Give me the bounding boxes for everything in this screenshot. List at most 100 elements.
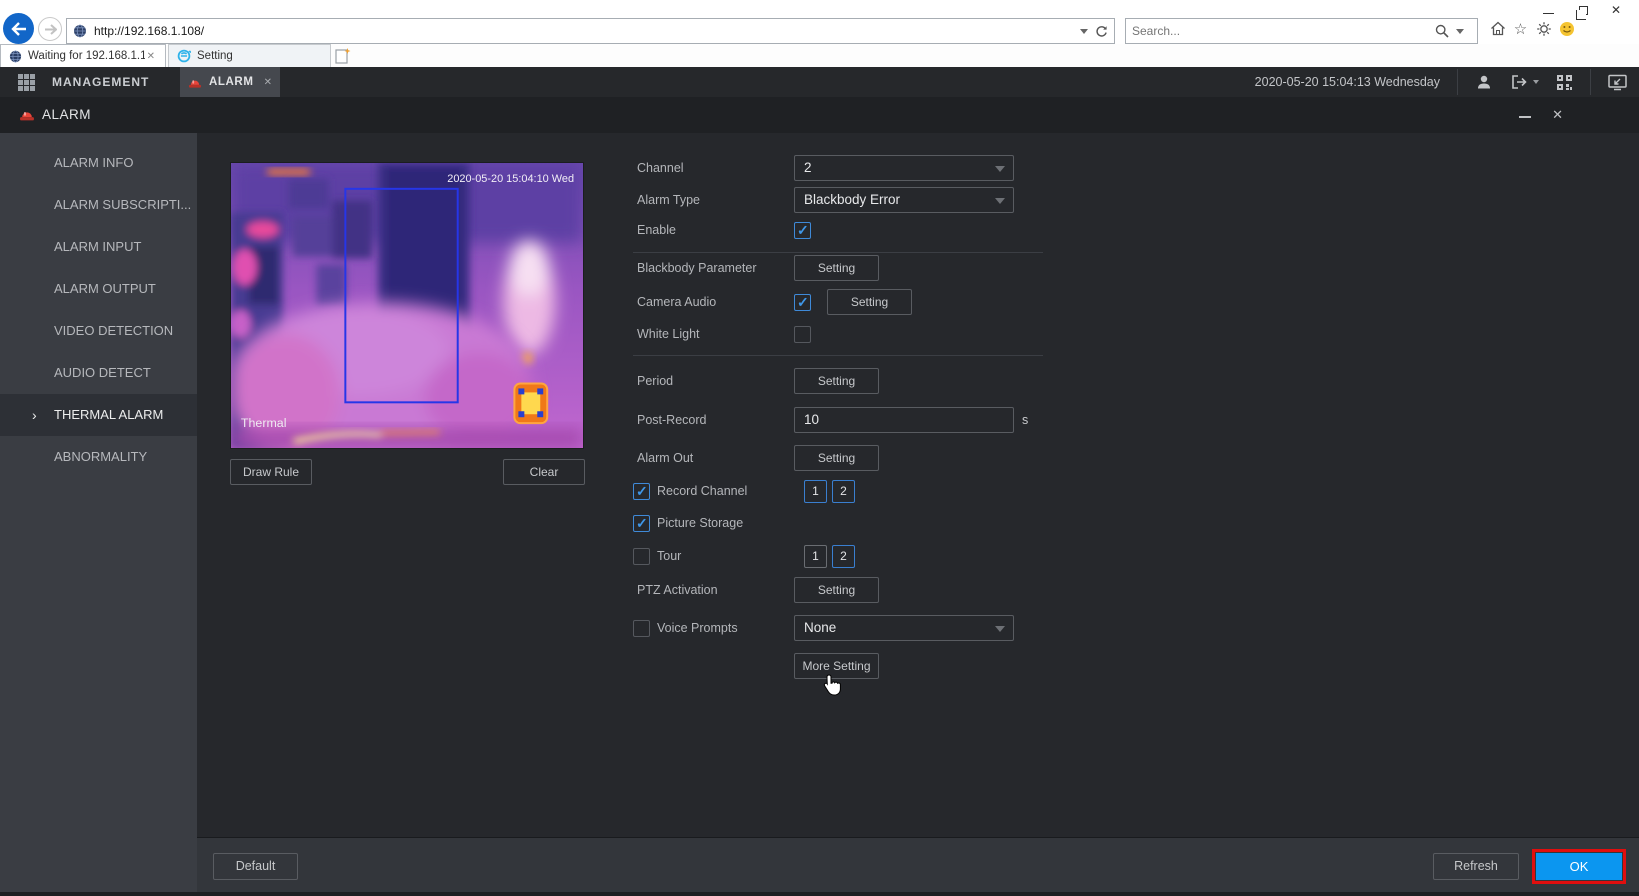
main-content: 2020-05-20 15:04:10 Wed Thermal Draw Rul… [197, 133, 1639, 896]
chevron-down-icon [995, 166, 1005, 172]
tour-1-button[interactable]: 1 [804, 545, 827, 568]
default-button[interactable]: Default [213, 853, 298, 880]
browser-restore-button[interactable] [1565, 0, 1599, 20]
ie-icon [177, 49, 191, 63]
qr-code-icon[interactable] [1556, 74, 1573, 91]
picture-storage-checkbox[interactable] [633, 515, 650, 532]
browser-minimize-button[interactable] [1531, 0, 1565, 20]
period-setting-button[interactable]: Setting [794, 368, 879, 394]
window-close-icon[interactable] [1552, 107, 1563, 123]
alarm-out-setting-button[interactable]: Setting [794, 445, 879, 471]
sidebar-item-alarm-subscription[interactable]: ALARM SUBSCRIPTI... [0, 184, 197, 226]
camera-audio-checkbox[interactable] [794, 294, 811, 311]
clear-button[interactable]: Clear [503, 459, 585, 485]
address-dropdown-caret[interactable] [1080, 29, 1088, 34]
stream-label: Thermal [241, 416, 287, 430]
tour-2-button[interactable]: 2 [832, 545, 855, 568]
window-minimize-icon[interactable] [1519, 116, 1531, 118]
alarm-app-tab[interactable]: ALARM [180, 67, 280, 97]
feedback-smiley-icon[interactable] [1558, 20, 1575, 37]
divider [1457, 69, 1458, 95]
record-channel-2-button[interactable]: 2 [832, 480, 855, 503]
thermal-image: 2020-05-20 15:04:10 Wed Thermal [231, 163, 583, 448]
thermal-alarm-form: Channel 2 Alarm Type Blackbody Error Ena… [633, 155, 1103, 679]
logout-icon[interactable] [1510, 74, 1539, 90]
refresh-button[interactable]: Refresh [1433, 853, 1519, 880]
sidebar-item-thermal-alarm[interactable]: THERMAL ALARM [0, 394, 197, 436]
sidebar: ALARM INFO ALARM SUBSCRIPTI... ALARM INP… [0, 133, 197, 896]
browser-tab-strip: Waiting for 192.168.1.108 Setting [0, 44, 1639, 67]
sidebar-item-abnormality[interactable]: ABNORMALITY [0, 436, 197, 478]
globe-icon [73, 24, 87, 38]
alarm-tab-close-icon[interactable] [264, 77, 272, 88]
new-tab-button[interactable] [334, 47, 351, 64]
url-text[interactable]: http://192.168.1.108/ [94, 24, 1073, 38]
record-channel-checkbox[interactable] [633, 483, 650, 500]
camera-audio-label: Camera Audio [633, 295, 794, 309]
alarm-out-label: Alarm Out [633, 451, 794, 465]
alarm-tab-label: ALARM [209, 76, 264, 88]
screen: http://192.168.1.108/ ☆ [0, 0, 1639, 896]
voice-prompts-row: Voice Prompts None [633, 615, 1103, 641]
management-grid-icon[interactable] [18, 74, 35, 91]
blackbody-parameter-label: Blackbody Parameter [633, 261, 794, 275]
display-monitor-icon[interactable] [1608, 74, 1627, 91]
sidebar-item-video-detection[interactable]: VIDEO DETECTION [0, 310, 197, 352]
browser-forward-button[interactable] [38, 17, 62, 41]
window-title: ALARM [42, 97, 91, 133]
browser-back-button[interactable] [3, 13, 34, 44]
browser-window-controls [1531, 0, 1633, 20]
browser-close-button[interactable] [1599, 0, 1633, 20]
sidebar-item-alarm-output[interactable]: ALARM OUTPUT [0, 268, 197, 310]
forward-arrow-icon [44, 24, 57, 35]
browser-toolbar-icons: ☆ [1489, 20, 1575, 37]
divider [1590, 69, 1591, 95]
voice-prompts-select[interactable]: None [794, 615, 1014, 641]
voice-prompts-checkbox[interactable] [633, 620, 650, 637]
tour-row: Tour 1 2 [633, 543, 1103, 569]
sidebar-item-audio-detect[interactable]: AUDIO DETECT [0, 352, 197, 394]
browser-tab-waiting[interactable]: Waiting for 192.168.1.108 [0, 44, 166, 67]
ok-button[interactable]: OK [1536, 853, 1622, 880]
enable-checkbox[interactable] [794, 222, 811, 239]
browser-tab-setting[interactable]: Setting [168, 44, 331, 67]
draw-rule-button[interactable]: Draw Rule [230, 459, 312, 485]
channel-label: Channel [633, 161, 794, 175]
record-channel-row: Record Channel 1 2 [633, 478, 1103, 504]
record-channel-1-button[interactable]: 1 [804, 480, 827, 503]
camera-audio-setting-button[interactable]: Setting [827, 289, 912, 315]
thermal-video-preview[interactable]: 2020-05-20 15:04:10 Wed Thermal [230, 162, 584, 449]
management-menu[interactable]: MANAGEMENT [52, 67, 149, 97]
divider [633, 252, 1043, 253]
refresh-icon[interactable] [1095, 25, 1108, 38]
ptz-activation-setting-button[interactable]: Setting [794, 577, 879, 603]
globe-icon [9, 50, 22, 63]
address-bar[interactable]: http://192.168.1.108/ [66, 18, 1115, 44]
white-light-checkbox[interactable] [794, 326, 811, 343]
settings-gear-icon[interactable] [1535, 20, 1552, 37]
alarm-type-row: Alarm Type Blackbody Error [633, 187, 1103, 213]
tab-close-icon[interactable] [145, 51, 157, 62]
search-icon[interactable] [1435, 24, 1449, 38]
ptz-activation-row: PTZ Activation Setting [633, 577, 1103, 603]
search-dropdown-caret[interactable] [1456, 29, 1464, 34]
home-icon[interactable] [1489, 20, 1506, 37]
blackbody-parameter-setting-button[interactable]: Setting [794, 255, 879, 281]
user-icon[interactable] [1475, 73, 1493, 91]
appbar-right-group: 2020-05-20 15:04:13 Wednesday [1255, 67, 1627, 97]
system-datetime: 2020-05-20 15:04:13 Wednesday [1255, 75, 1440, 89]
tour-checkbox[interactable] [633, 548, 650, 565]
tour-label: Tour [657, 549, 681, 563]
sidebar-item-alarm-info[interactable]: ALARM INFO [0, 142, 197, 184]
window-controls [1519, 97, 1563, 133]
search-input[interactable] [1132, 24, 1435, 38]
post-record-input[interactable]: 10 [794, 407, 1014, 433]
period-label: Period [633, 374, 794, 388]
sidebar-item-alarm-input[interactable]: ALARM INPUT [0, 226, 197, 268]
search-box[interactable] [1125, 18, 1478, 44]
favorites-star-icon[interactable]: ☆ [1512, 20, 1529, 37]
alarm-type-select[interactable]: Blackbody Error [794, 187, 1014, 213]
channel-select[interactable]: 2 [794, 155, 1014, 181]
picture-storage-label: Picture Storage [657, 516, 743, 530]
post-record-unit: s [1022, 413, 1028, 427]
